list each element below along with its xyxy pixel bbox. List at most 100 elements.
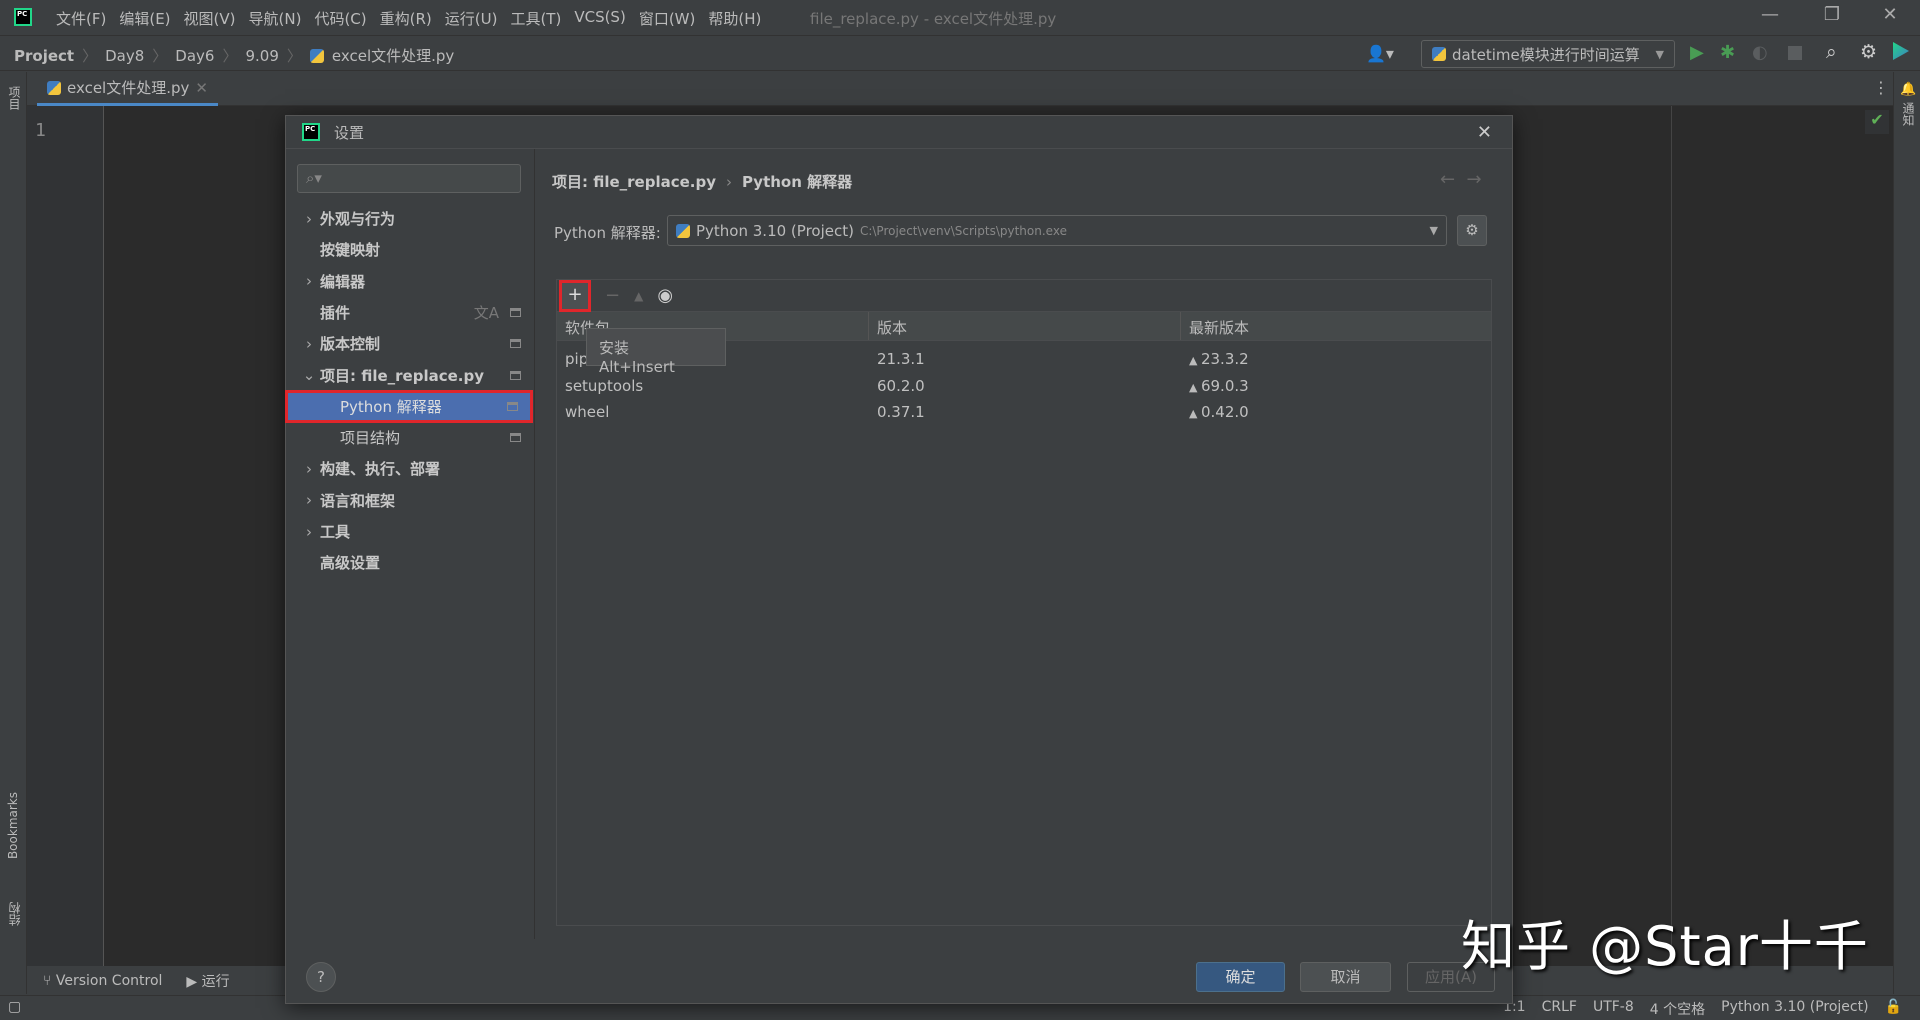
status-indent[interactable]: 4 个空格 [1650,999,1705,1019]
settings-tree-item[interactable]: ⌄ 项目: file_replace.py [286,360,535,391]
debug-icon[interactable]: ✱ [1720,42,1735,63]
help-button[interactable]: ? [306,962,336,992]
project-level-icon [510,370,521,380]
pycharm-logo: PC [14,8,32,26]
history-nav-icons[interactable]: ← → [1440,169,1482,190]
settings-tree-item[interactable]: › 工具 [286,516,535,547]
settings-tree-item[interactable]: › 外观与行为 [286,203,535,234]
tree-item-label: 构建、执行、部署 [320,460,441,479]
structure-tool-button[interactable]: 结构 [6,902,23,926]
close-tab-icon[interactable]: ✕ [195,79,208,97]
menu-item[interactable]: 导航(N) [249,8,302,29]
pycharm-logo: PC [302,123,320,141]
tool-run[interactable]: ▶ 运行 [186,971,229,991]
stop-icon [1788,46,1802,60]
cancel-button[interactable]: 取消 [1300,962,1391,992]
close-window-icon[interactable]: ✕ [1870,4,1910,25]
table-row[interactable]: setuptools 60.2.0 ▲ 69.0.3 [557,372,1491,399]
table-row[interactable]: wheel 0.37.1 ▲ 0.42.0 [557,398,1491,425]
settings-tree-item[interactable]: › 语言和框架 [286,485,535,516]
settings-tree-item[interactable]: › 编辑器 [286,266,535,297]
package-version: 0.37.1 [877,403,925,421]
search-icon[interactable]: ⌕ [1826,41,1837,63]
user-icon[interactable]: 👤▾ [1366,44,1394,63]
package-latest: ▲ 23.3.2 [1189,350,1249,368]
settings-tree-item[interactable]: Python 解释器 [285,389,533,423]
settings-tree-item[interactable]: 高级设置 [286,547,535,578]
bell-icon[interactable]: 🔔 [1900,82,1916,97]
ok-button[interactable]: 确定 [1196,962,1285,992]
gear-icon[interactable]: ⚙ [1860,41,1877,63]
settings-tree-item[interactable]: 插件 文A [286,297,535,328]
tab-excel-file[interactable]: excel文件处理.py ✕ [37,72,218,106]
tree-item-label: Python 解释器 [340,397,442,416]
layout-icon[interactable]: ▢ [8,999,21,1015]
settings-sidebar: ⌕▾ › 外观与行为 按键映射 › 编辑器 插件 文A › 版本控制 ⌄ 项目: file_repl… [285,149,535,939]
column-version[interactable]: 版本 [869,312,1181,340]
minimize-icon[interactable]: — [1750,4,1790,25]
menu-item[interactable]: 视图(V) [184,8,236,29]
chevron-right-icon: › [306,334,312,353]
settings-breadcrumb: 项目: file_replace.py › Python 解释器 [552,173,853,191]
close-dialog-icon[interactable]: ✕ [1477,122,1492,143]
upgrade-package-button: ▲ [634,288,644,303]
project-tool-button[interactable]: 项目 [6,86,23,110]
breadcrumb: Project 〉 Day8 〉 Day6 〉 9.09 〉 excel文件处理.py [14,45,455,66]
tool-version-control[interactable]: ⑂ Version Control [43,973,162,989]
more-icon[interactable]: ⋮ [1873,78,1889,97]
tree-item-label: 项目: file_replace.py [320,366,485,385]
restore-icon[interactable]: ❐ [1812,4,1852,25]
crumb-project[interactable]: Project [14,47,74,65]
interpreter-label: Python 解释器: [554,224,661,242]
crumb-909[interactable]: 9.09 [245,47,278,65]
crumb-day8[interactable]: Day8 [105,47,144,65]
eye-icon[interactable]: ◉ [657,285,673,306]
chevron-down-icon: ▼ [1429,224,1438,237]
menu-item[interactable]: 帮助(H) [708,8,761,29]
interpreter-path: C:\Project\venv\Scripts\python.exe [859,223,1067,238]
tree-item-label: 按键映射 [320,241,381,260]
crumb-file[interactable]: excel文件处理.py [332,45,454,66]
status-line-separator[interactable]: CRLF [1542,999,1577,1019]
package-latest: ▲ 69.0.3 [1189,376,1249,395]
tree-item-label: 插件 [320,303,351,322]
package-name: wheel [565,403,610,421]
interpreter-select[interactable]: Python 3.10 (Project) C:\Project\venv\Sc… [667,215,1447,246]
editor-tabs: excel文件处理.py ✕ ⋮ [27,72,1893,106]
interpreter-settings-gear-icon[interactable]: ⚙ [1457,215,1487,246]
project-level-icon [507,401,518,411]
menu-item[interactable]: 文件(F) [56,8,106,29]
settings-tree-item[interactable]: › 构建、执行、部署 [286,453,535,484]
tree-item-label: 外观与行为 [320,210,396,228]
chevron-down-icon: ▼ [1655,47,1664,61]
notifications-tool-button[interactable]: 通知 [1900,102,1917,126]
column-latest-version[interactable]: 最新版本 [1181,312,1491,340]
menu-item[interactable]: VCS(S) [574,8,625,29]
run-icon[interactable]: ▶ [1690,42,1704,63]
status-interpreter[interactable]: Python 3.10 (Project) [1721,999,1868,1019]
settings-search-input[interactable]: ⌕▾ [297,164,521,193]
settings-tree-item[interactable]: 项目结构 [286,422,535,453]
settings-tree-item[interactable]: › 版本控制 [286,328,535,359]
crumb-day6[interactable]: Day6 [175,47,214,65]
menu-item[interactable]: 代码(C) [314,8,366,29]
run-configuration-select[interactable]: datetime模块进行时间运算 ▼ [1421,40,1675,68]
package-latest: ▲ 0.42.0 [1189,403,1249,421]
status-encoding[interactable]: UTF-8 [1593,999,1634,1019]
lock-icon[interactable]: 🔓 [1885,999,1902,1019]
menu-item[interactable]: 编辑(E) [119,8,170,29]
install-package-button[interactable]: + [559,279,591,312]
tree-item-label: 项目结构 [340,429,401,448]
check-icon: ✔ [1865,110,1889,134]
menu-item[interactable]: 工具(T) [510,8,561,29]
settings-tree-item[interactable]: 按键映射 [286,234,535,265]
tree-item-label: 编辑器 [320,272,366,291]
python-icon [1432,47,1446,61]
line-number: 1 [35,120,46,141]
bookmarks-tool-button[interactable]: Bookmarks [6,792,20,859]
menu-item[interactable]: 窗口(W) [639,8,696,29]
title-bar: PC 文件(F) 编辑(E) 视图(V) 导航(N) 代码(C) 重构(R) 运行(U) 工具… [0,0,1920,36]
menu-item[interactable]: 运行(U) [445,8,498,29]
menu-item[interactable]: 重构(R) [380,8,432,29]
run-config-label: datetime模块进行时间运算 [1452,45,1640,64]
